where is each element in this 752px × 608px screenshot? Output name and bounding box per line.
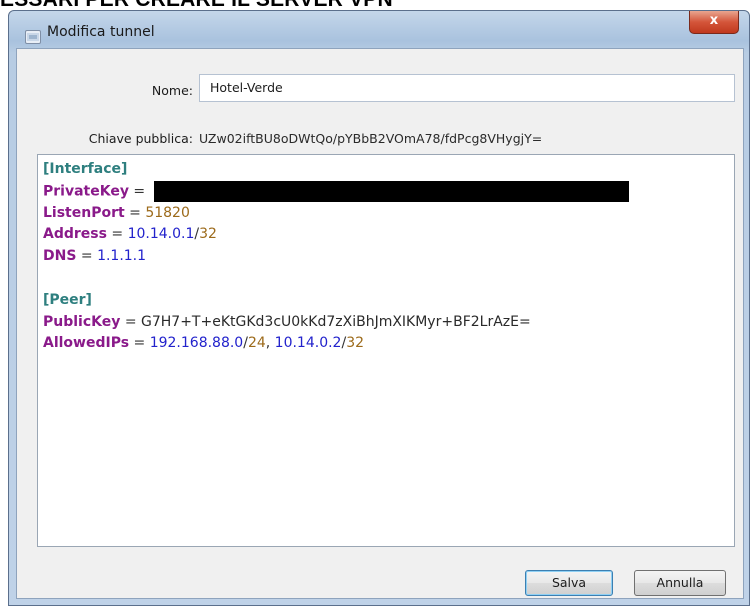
app-icon (25, 29, 41, 44)
allowed-separator: , (265, 335, 275, 352)
config-line-private-key: PrivateKey = (43, 180, 729, 203)
close-button[interactable]: x (689, 11, 739, 34)
equals-sign: = (128, 183, 150, 200)
dns-value: 1.1.1.1 (97, 248, 147, 265)
public-key-label: Chiave pubblica: (88, 131, 193, 146)
name-label: Nome: (151, 83, 193, 98)
config-editor[interactable]: [Interface] PrivateKey = ListenPort = 51… (37, 154, 735, 547)
equals-sign: = (124, 204, 146, 221)
redacted-private-key (153, 180, 629, 202)
equals-sign: = (106, 226, 128, 243)
equals-sign: = (76, 248, 98, 265)
address-mask: 32 (199, 226, 217, 243)
private-key-key: PrivateKey (43, 183, 129, 200)
config-line-address: Address = 10.14.0.1/32 (43, 224, 729, 246)
listen-port-key: ListenPort (43, 204, 125, 221)
equals-sign: = (129, 335, 150, 352)
allowed-ip-1: 192.168.88.0 (149, 335, 244, 352)
save-button[interactable]: Salva (525, 570, 613, 596)
dns-key: DNS (43, 248, 77, 265)
allowed-ip-2: 10.14.0.2 (274, 335, 342, 352)
tunnel-edit-dialog: Modifica tunnel x Nome: Hotel-Verde Chia… (8, 10, 750, 606)
window-title: Modifica tunnel (47, 24, 155, 40)
interface-section-header: [Interface] (43, 161, 128, 177)
name-input[interactable]: Hotel-Verde (199, 74, 735, 102)
config-line-interface: [Interface] (43, 159, 729, 181)
listen-port-value: 51820 (145, 204, 190, 221)
address-ip: 10.14.0.1 (127, 226, 195, 243)
peer-public-key-key: PublicKey (43, 313, 121, 330)
address-key: Address (43, 226, 107, 243)
allowed-mask-1: 24 (247, 335, 266, 352)
cancel-button[interactable]: Annulla (634, 570, 726, 596)
config-line-allowed-ips: AllowedIPs = 192.168.88.0/24, 10.14.0.2/… (43, 333, 729, 355)
config-line-listen-port: ListenPort = 51820 (43, 203, 729, 225)
peer-public-key-value: G7H7+T+eKtGKd3cU0kKd7zXiBhJmXIKMyr+BF2Lr… (141, 313, 531, 330)
peer-section-header: [Peer] (43, 291, 92, 308)
public-key-value[interactable]: UZw02iftBU8oDWtQo/pYBbB2VOmA78/fdPcg8VHy… (199, 131, 542, 146)
close-icon: x (709, 13, 719, 28)
equals-sign: = (120, 313, 142, 330)
dialog-body: Nome: Hotel-Verde Chiave pubblica: UZw02… (16, 48, 744, 599)
config-line-peer: [Peer] (43, 290, 729, 312)
allowed-ips-key: AllowedIPs (43, 335, 130, 352)
title-bar[interactable]: Modifica tunnel x (9, 11, 749, 49)
allowed-mask-2: 32 (346, 335, 365, 352)
config-line-blank (43, 268, 729, 290)
config-line-peer-public-key: PublicKey = G7H7+T+eKtGKd3cU0kKd7zXiBhJm… (43, 312, 729, 334)
config-line-dns: DNS = 1.1.1.1 (43, 246, 729, 268)
